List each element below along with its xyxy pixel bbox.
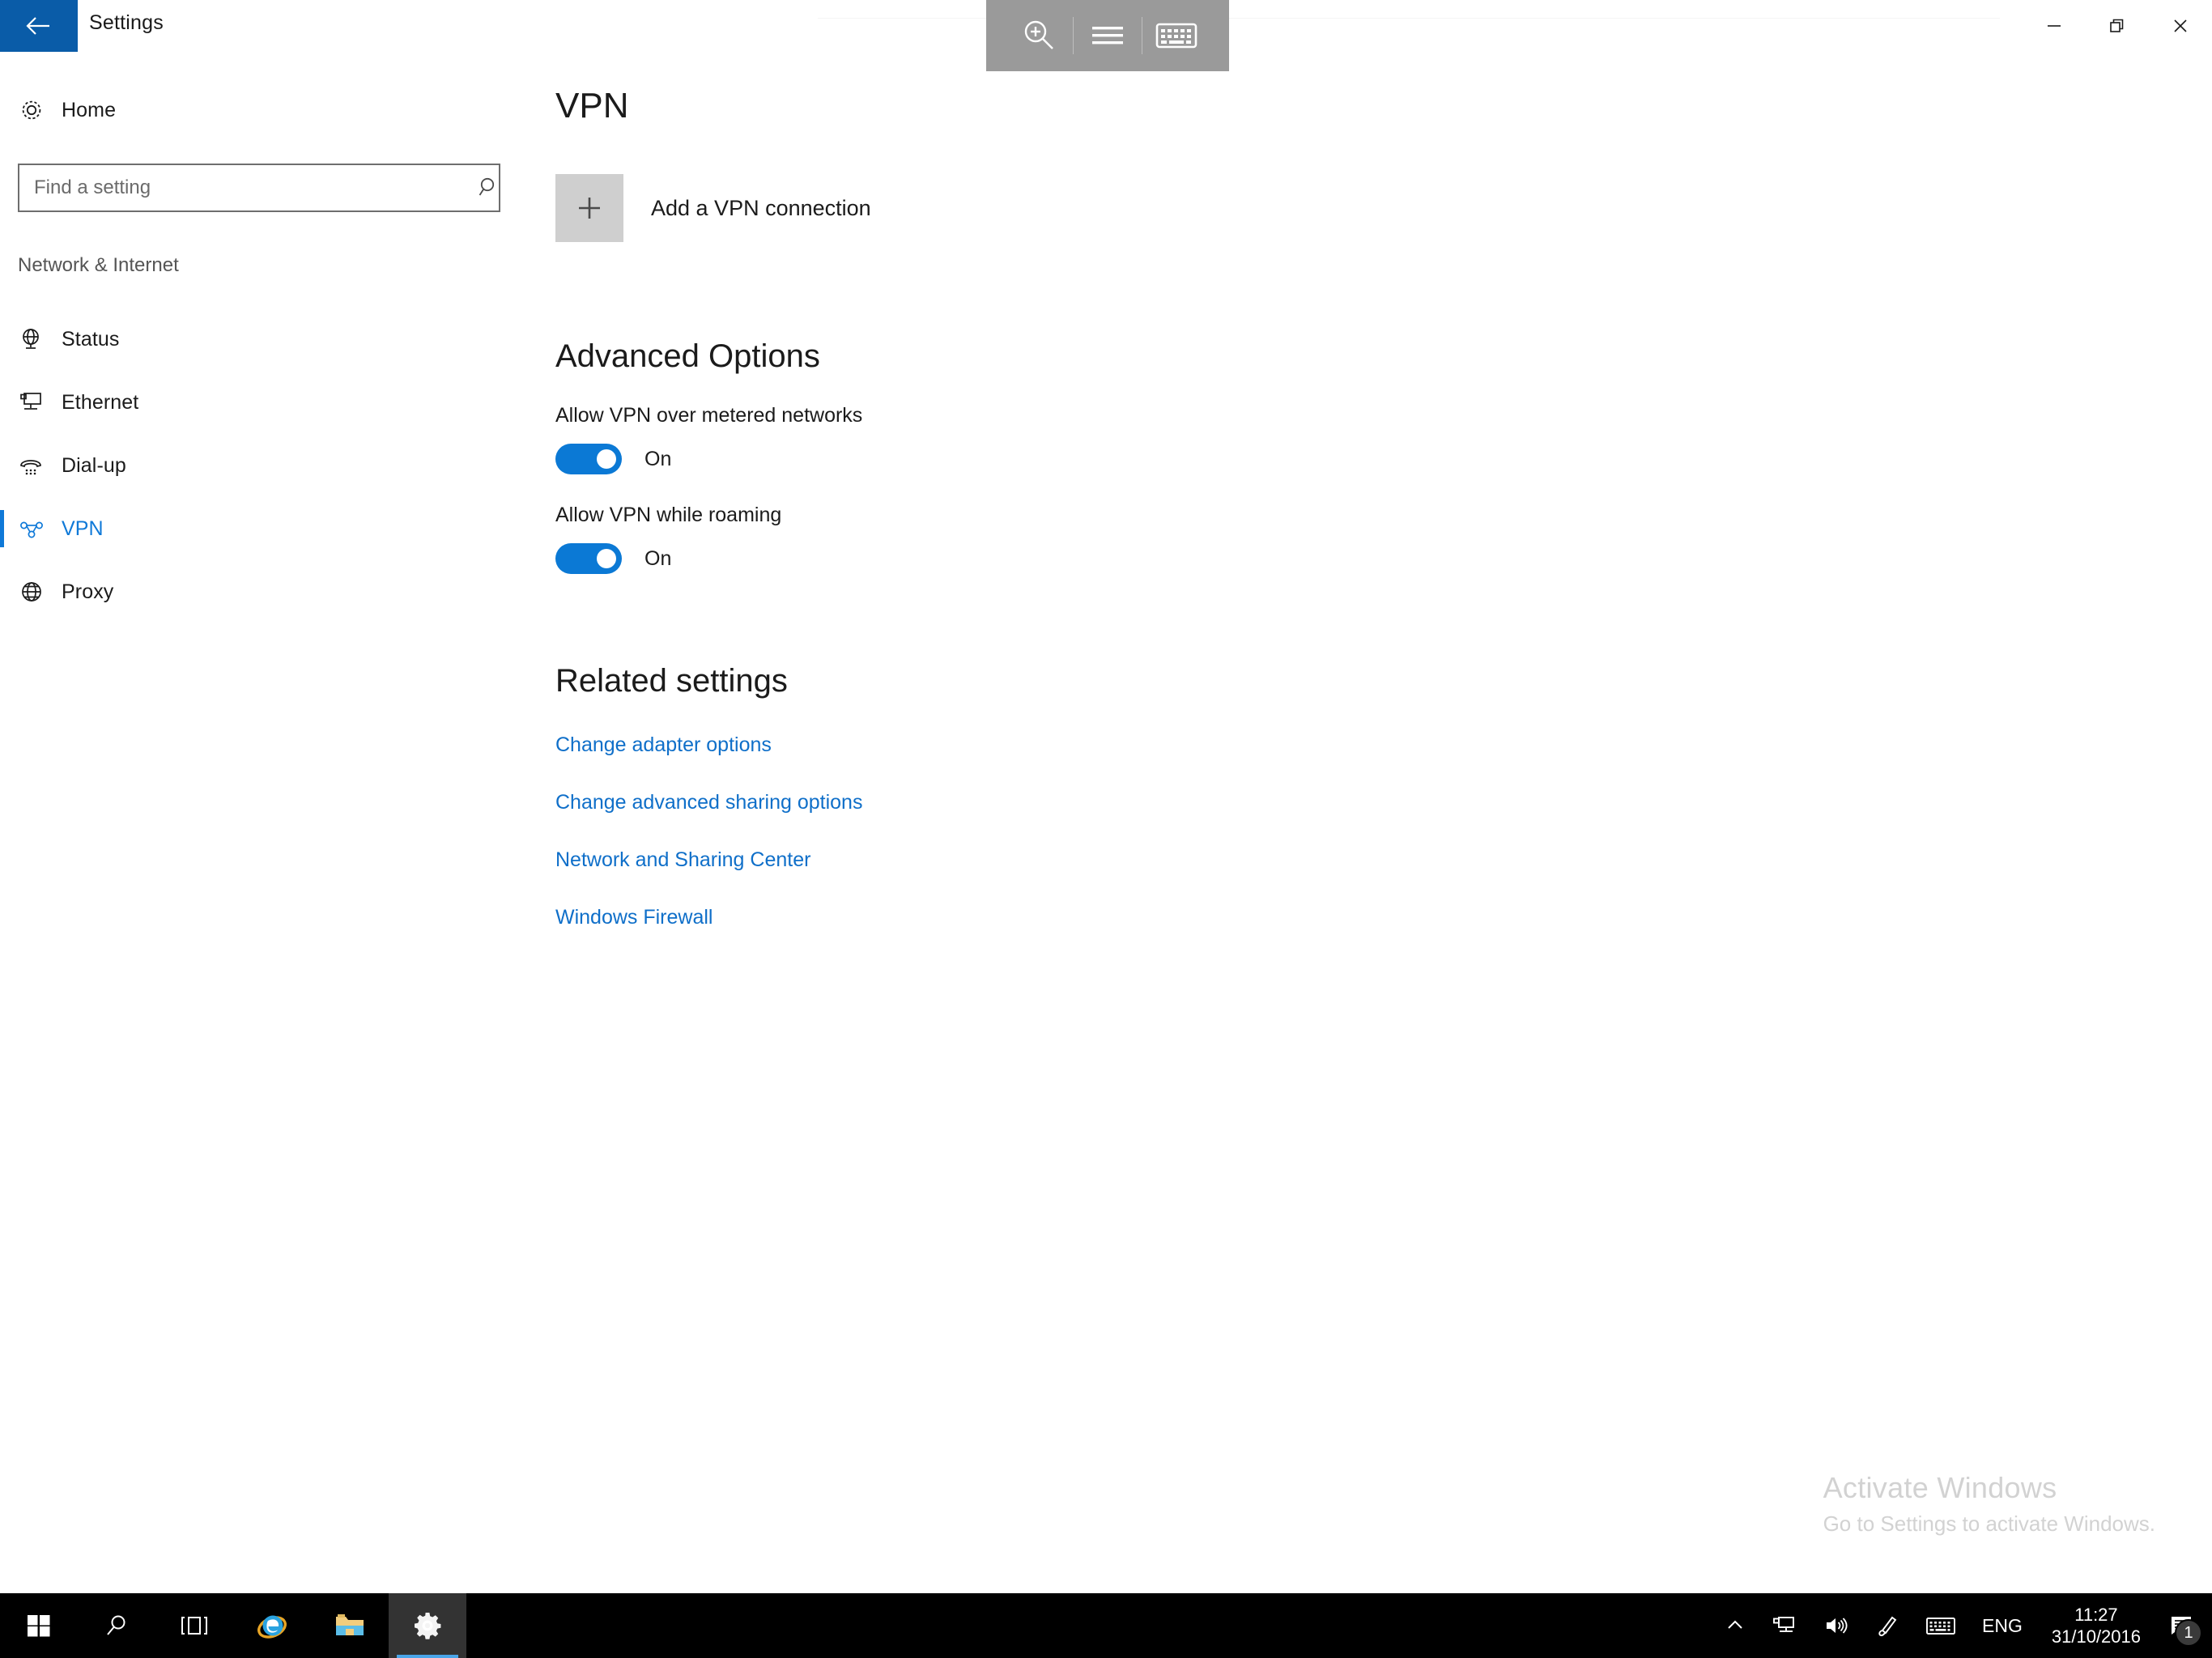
sidebar-item-home[interactable]: Home bbox=[0, 81, 534, 139]
globe-icon bbox=[18, 578, 62, 606]
back-arrow-icon bbox=[26, 17, 49, 35]
sidebar-item-label: Home bbox=[62, 98, 117, 121]
sidebar-item-dialup[interactable]: Dial-up bbox=[0, 434, 534, 497]
watermark-subtitle: Go to Settings to activate Windows. bbox=[1823, 1511, 2155, 1536]
gear-icon bbox=[18, 96, 62, 124]
sidebar-item-label: VPN bbox=[62, 517, 104, 540]
minimize-button[interactable] bbox=[2023, 0, 2086, 52]
activate-windows-watermark: Activate Windows Go to Settings to activ… bbox=[1823, 1471, 2155, 1537]
clock[interactable]: 11:27 31/10/2016 bbox=[2035, 1593, 2157, 1658]
back-button[interactable] bbox=[0, 0, 78, 52]
link-change-adapter-options[interactable]: Change adapter options bbox=[555, 733, 772, 757]
sidebar-item-vpn[interactable]: VPN bbox=[0, 497, 534, 560]
on-screen-keyboard-icon bbox=[1155, 23, 1197, 49]
notification-center-button[interactable]: 1 bbox=[2157, 1593, 2212, 1658]
related-settings-heading: Related settings bbox=[555, 663, 788, 699]
restore-button[interactable] bbox=[2086, 0, 2149, 52]
sidebar-item-proxy[interactable]: Proxy bbox=[0, 560, 534, 623]
restore-icon bbox=[2110, 19, 2124, 32]
roaming-toggle-row: On bbox=[555, 543, 2212, 574]
sidebar-item-label: Ethernet bbox=[62, 390, 139, 414]
language-indicator[interactable]: ENG bbox=[1969, 1593, 2035, 1658]
network-button[interactable] bbox=[1759, 1593, 1810, 1658]
touch-keyboard-icon bbox=[1926, 1618, 1955, 1635]
settings-window: Settings Home Find a setting Network & I… bbox=[0, 0, 2212, 1658]
on-screen-keyboard-button[interactable] bbox=[1142, 0, 1210, 71]
sidebar-nav-list: Status Ethernet Dial-up VPN Proxy bbox=[0, 308, 534, 623]
settings-taskbar-button[interactable] bbox=[389, 1593, 466, 1658]
internet-explorer-button[interactable] bbox=[233, 1593, 311, 1658]
system-tray: ENG 11:27 31/10/2016 1 bbox=[1712, 1593, 2212, 1658]
sidebar-item-label: Proxy bbox=[62, 580, 114, 603]
sidebar-item-label: Status bbox=[62, 327, 120, 351]
sidebar-item-ethernet[interactable]: Ethernet bbox=[0, 371, 534, 434]
toolbar-separator bbox=[1073, 17, 1074, 54]
metered-networks-state: On bbox=[644, 447, 672, 470]
title-bar: Settings bbox=[0, 0, 2212, 71]
watermark-title: Activate Windows bbox=[1823, 1471, 2057, 1504]
touch-keyboard-button[interactable] bbox=[1912, 1593, 1969, 1658]
plus-icon bbox=[555, 174, 623, 242]
sidebar: Home Network & Internet bbox=[0, 63, 534, 1593]
windows-logo-icon bbox=[28, 1615, 50, 1637]
hamburger-menu-icon bbox=[1092, 27, 1123, 45]
clock-date: 31/10/2016 bbox=[2051, 1626, 2141, 1647]
close-button[interactable] bbox=[2149, 0, 2212, 52]
volume-button[interactable] bbox=[1810, 1593, 1862, 1658]
vpn-icon bbox=[18, 515, 62, 542]
search-input[interactable] bbox=[18, 164, 500, 212]
phone-handset-icon bbox=[18, 452, 62, 479]
taskbar: ENG 11:27 31/10/2016 1 bbox=[0, 1593, 2212, 1658]
pen-icon bbox=[1878, 1616, 1897, 1637]
link-windows-firewall[interactable]: Windows Firewall bbox=[555, 906, 713, 929]
accessibility-toolbar bbox=[986, 0, 1229, 71]
magnifier-plus-button[interactable] bbox=[1005, 0, 1073, 71]
close-icon bbox=[2174, 19, 2187, 32]
toggle-knob bbox=[597, 549, 616, 568]
globe-monitor-icon bbox=[18, 325, 62, 353]
volume-icon bbox=[1827, 1618, 1848, 1634]
main-content: VPN Add a VPN connection Advanced Option… bbox=[555, 63, 2212, 1593]
add-vpn-label: Add a VPN connection bbox=[651, 195, 871, 220]
file-explorer-button[interactable] bbox=[311, 1593, 389, 1658]
search-icon bbox=[107, 1615, 125, 1635]
selection-indicator bbox=[0, 510, 4, 547]
task-view-button[interactable] bbox=[155, 1593, 233, 1658]
roaming-label: Allow VPN while roaming bbox=[555, 504, 782, 526]
sidebar-item-status[interactable]: Status bbox=[0, 308, 534, 371]
sidebar-item-label: Dial-up bbox=[62, 453, 126, 477]
app-title: Settings bbox=[89, 11, 164, 34]
metered-networks-label: Allow VPN over metered networks bbox=[555, 404, 863, 427]
roaming-toggle[interactable] bbox=[555, 543, 622, 574]
metered-networks-toggle-row: On bbox=[555, 444, 2212, 474]
network-icon bbox=[1773, 1617, 1794, 1632]
notification-badge: 1 bbox=[2175, 1619, 2202, 1647]
add-vpn-connection-button[interactable]: Add a VPN connection bbox=[555, 173, 1009, 243]
internet-explorer-icon bbox=[257, 1615, 287, 1639]
task-view-icon bbox=[181, 1617, 207, 1635]
magnifier-plus-icon bbox=[1024, 20, 1053, 49]
roaming-state: On bbox=[644, 546, 672, 570]
active-app-underline bbox=[397, 1655, 458, 1658]
start-button[interactable] bbox=[0, 1593, 78, 1658]
search-container bbox=[18, 164, 517, 212]
pen-button[interactable] bbox=[1862, 1593, 1912, 1658]
sidebar-category-label: Network & Internet bbox=[18, 254, 179, 276]
metered-networks-toggle[interactable] bbox=[555, 444, 622, 474]
ethernet-monitor-icon bbox=[18, 389, 62, 416]
minimize-icon bbox=[2048, 25, 2061, 27]
hamburger-menu-button[interactable] bbox=[1074, 0, 1142, 71]
advanced-options-heading: Advanced Options bbox=[555, 338, 820, 374]
link-network-and-sharing-center[interactable]: Network and Sharing Center bbox=[555, 848, 810, 872]
file-explorer-icon bbox=[336, 1614, 364, 1635]
page-title: VPN bbox=[555, 86, 629, 125]
clock-time: 11:27 bbox=[2074, 1604, 2118, 1625]
toggle-knob bbox=[597, 449, 616, 469]
show-hidden-icons-button[interactable] bbox=[1712, 1593, 1759, 1658]
chevron-up-icon bbox=[1728, 1620, 1742, 1629]
link-change-advanced-sharing-options[interactable]: Change advanced sharing options bbox=[555, 791, 862, 814]
gear-icon bbox=[415, 1613, 441, 1639]
window-controls bbox=[2023, 0, 2212, 52]
taskbar-search-button[interactable] bbox=[78, 1593, 155, 1658]
